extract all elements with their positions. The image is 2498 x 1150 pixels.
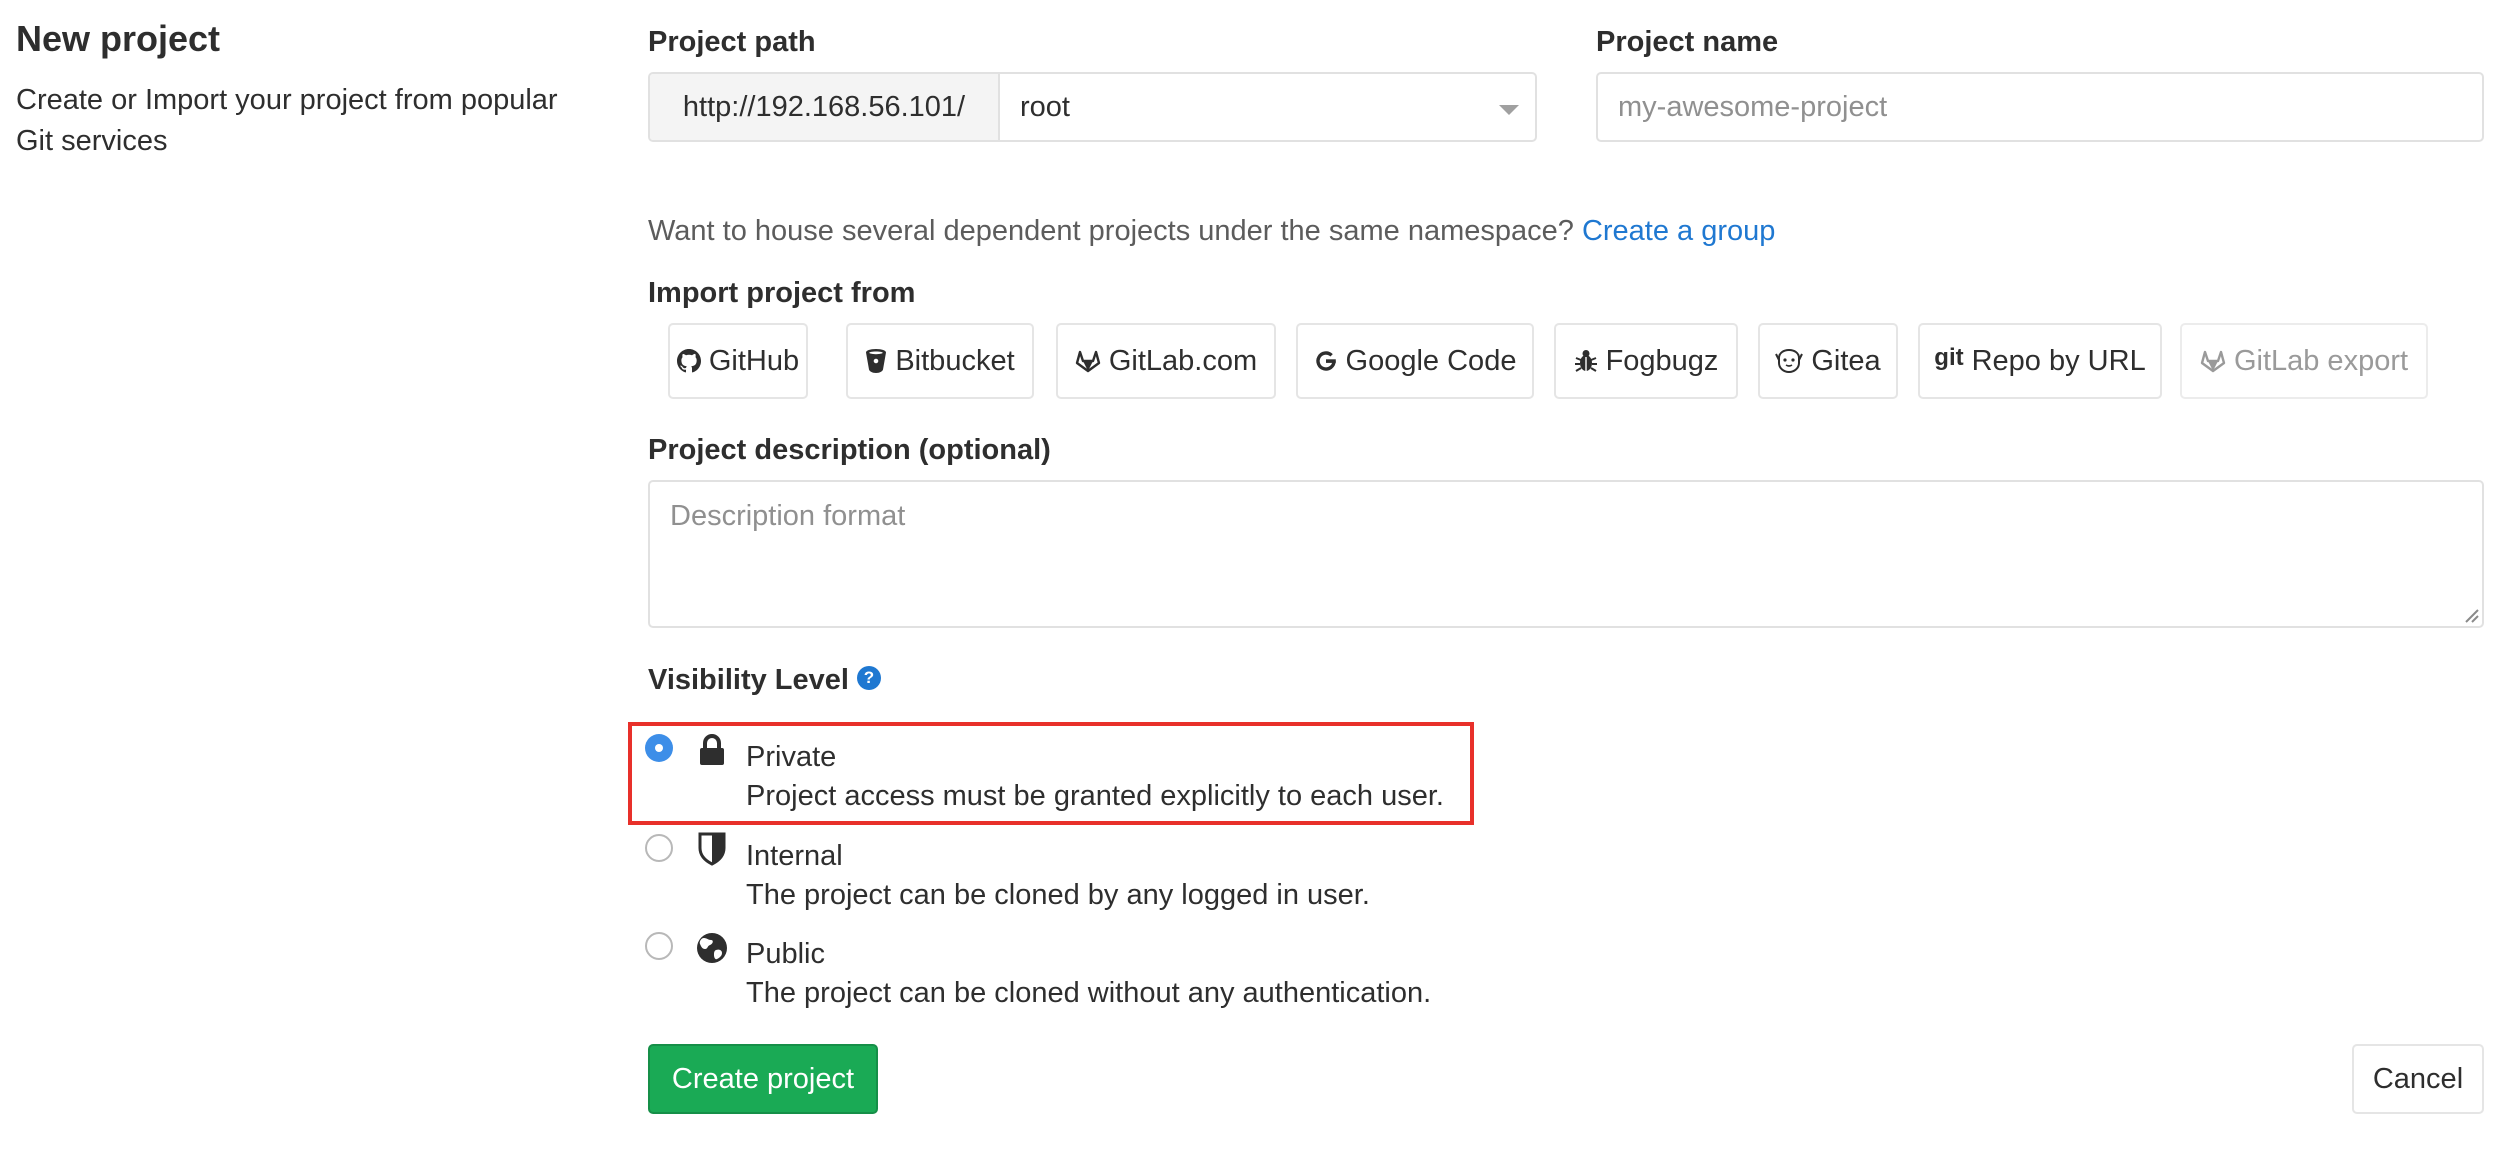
- import-google-code-button[interactable]: Google Code: [1296, 323, 1534, 399]
- internal-description: The project can be cloned by any logged …: [746, 879, 1370, 911]
- project-name-input[interactable]: [1596, 72, 2484, 142]
- project-path-label: Project path: [648, 26, 816, 58]
- project-name-label: Project name: [1596, 26, 1779, 58]
- git-icon: git: [1934, 344, 1964, 371]
- private-description: Project access must be granted explicitl…: [746, 780, 1444, 812]
- page-title: New project: [16, 18, 221, 59]
- import-repo-by-url-label: Repo by URL: [1971, 344, 2146, 377]
- import-gitlab-button[interactable]: GitLab.com: [1056, 323, 1276, 399]
- visibility-label-text: Visibility Level: [648, 664, 849, 696]
- group-hint-text: Want to house several dependent projects…: [648, 215, 1582, 247]
- page-subtitle: Create or Import your project from popul…: [16, 84, 558, 157]
- gitlab-icon: [1075, 350, 1101, 373]
- import-gitlab-export-label: GitLab export: [2233, 344, 2409, 377]
- public-title: Public: [746, 938, 825, 970]
- resize-handle-icon[interactable]: [2460, 604, 2480, 624]
- internal-title: Internal: [746, 840, 843, 872]
- google-icon: [1315, 351, 1336, 371]
- import-gitlab-export-button: GitLab export: [2180, 323, 2428, 399]
- description-label: Project description (optional): [648, 434, 1051, 466]
- globe-icon: [697, 933, 727, 963]
- import-github-button[interactable]: GitHub: [668, 323, 808, 399]
- gitea-icon: [1775, 348, 1804, 374]
- import-gitlab-label: GitLab.com: [1108, 344, 1258, 377]
- internal-radio[interactable]: [645, 834, 673, 862]
- group-hint: Want to house several dependent projects…: [648, 215, 1775, 248]
- visibility-label: Visibility Level?: [648, 664, 881, 697]
- cancel-button[interactable]: Cancel: [2352, 1044, 2484, 1114]
- public-radio[interactable]: [645, 932, 673, 960]
- project-path-group: http://192.168.56.101/ root: [648, 72, 1537, 142]
- private-radio[interactable]: [645, 734, 673, 762]
- import-gitea-label: Gitea: [1811, 344, 1881, 377]
- shield-icon: [698, 832, 726, 866]
- github-icon: [676, 349, 701, 373]
- import-fogbugz-button[interactable]: Fogbugz: [1554, 323, 1738, 399]
- project-path-prefix: http://192.168.56.101/: [650, 74, 1000, 140]
- import-gitea-button[interactable]: Gitea: [1758, 323, 1898, 399]
- namespace-select[interactable]: root: [1000, 74, 1535, 140]
- create-group-link[interactable]: Create a group: [1582, 215, 1775, 247]
- import-github-label: GitHub: [708, 344, 800, 377]
- help-icon[interactable]: ?: [856, 666, 881, 691]
- bug-icon: [1574, 350, 1597, 372]
- import-repo-by-url-button[interactable]: git Repo by URL: [1918, 323, 2162, 399]
- public-description: The project can be cloned without any au…: [746, 977, 1432, 1009]
- description-input[interactable]: [648, 480, 2484, 628]
- import-google-code-label: Google Code: [1345, 344, 1517, 377]
- import-label: Import project from: [648, 277, 916, 309]
- private-title: Private: [746, 741, 837, 773]
- bitbucket-icon: [866, 349, 887, 373]
- gitlab-icon: [2200, 350, 2226, 373]
- import-bitbucket-button[interactable]: Bitbucket: [846, 323, 1034, 399]
- create-project-button[interactable]: Create project: [648, 1044, 878, 1114]
- import-bitbucket-label: Bitbucket: [895, 344, 1015, 377]
- namespace-value: root: [1020, 90, 1070, 123]
- chevron-down-icon: [1499, 105, 1519, 115]
- import-fogbugz-label: Fogbugz: [1605, 344, 1719, 377]
- lock-icon: [700, 734, 724, 765]
